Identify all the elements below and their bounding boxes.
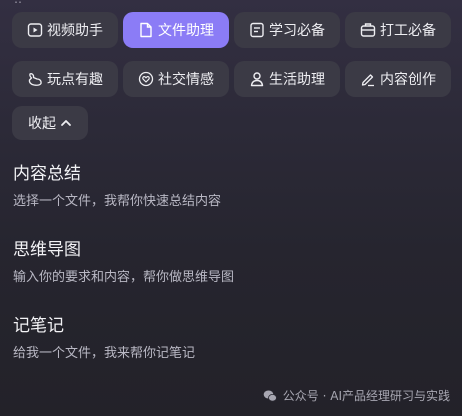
watermark-text: 公众号 · AI产品经理研习与实践: [282, 389, 450, 403]
chip-study-essentials[interactable]: 学习必备: [234, 12, 340, 48]
chip-content-creation[interactable]: 内容创作: [345, 61, 451, 97]
chip-fun[interactable]: 玩点有趣: [12, 61, 118, 97]
chip-label: 打工必备: [380, 23, 436, 39]
chip-file-assistant[interactable]: 文件助理: [123, 12, 229, 48]
prompt-title: 记笔记: [13, 316, 64, 336]
chip-work-essentials[interactable]: 打工必备: [345, 12, 451, 48]
pen-icon: [360, 71, 376, 87]
chip-social-emotion[interactable]: 社交情感: [123, 61, 229, 97]
document-icon: [138, 22, 154, 38]
chip-label: 内容创作: [380, 72, 436, 88]
collapse-button[interactable]: 收起: [12, 106, 88, 140]
prompt-description: 给我一个文件，我来帮你记笔记: [13, 346, 196, 361]
study-icon: [249, 22, 265, 38]
chip-video-assistant[interactable]: 视频助手: [12, 12, 118, 48]
prompt-title: 内容总结: [13, 164, 81, 184]
prompt-description: 输入你的要求和内容，帮你做思维导图: [13, 270, 235, 285]
heart-icon: [138, 71, 154, 87]
chip-label: 生活助理: [269, 72, 325, 88]
chip-label: 社交情感: [158, 72, 214, 88]
wechat-icon: [263, 390, 277, 402]
chip-label: 视频助手: [47, 23, 103, 39]
person-icon: [249, 71, 265, 87]
chevron-up-icon: [61, 120, 71, 126]
watermark: 公众号 · AI产品经理研习与实践: [263, 387, 450, 404]
prompt-item-summary[interactable]: 内容总结 选择一个文件，我帮你快速总结内容: [13, 162, 453, 238]
chip-label: 学习必备: [269, 23, 325, 39]
chip-label: 文件助理: [158, 23, 214, 39]
clipped-previous-text: ‥ · · · · · · · · ·: [0, 0, 462, 6]
video-icon: [27, 22, 43, 38]
prompt-list: 内容总结 选择一个文件，我帮你快速总结内容 思维导图 输入你的要求和内容，帮你做…: [13, 162, 453, 390]
chip-label: 玩点有趣: [47, 72, 103, 88]
collapse-label: 收起: [28, 116, 56, 132]
prompt-title: 思维导图: [13, 240, 81, 260]
duck-icon: [27, 71, 43, 87]
chip-life-assistant[interactable]: 生活助理: [234, 61, 340, 97]
prompt-item-mindmap[interactable]: 思维导图 输入你的要求和内容，帮你做思维导图: [13, 238, 453, 314]
prompt-item-notes[interactable]: 记笔记 给我一个文件，我来帮你记笔记: [13, 314, 453, 390]
briefcase-icon: [360, 22, 376, 38]
prompt-description: 选择一个文件，我帮你快速总结内容: [13, 194, 222, 209]
category-chip-grid: 视频助手 文件助理 学习必备 打工必备 玩点有趣 社交情感 生活助理 内容创作: [12, 12, 451, 97]
